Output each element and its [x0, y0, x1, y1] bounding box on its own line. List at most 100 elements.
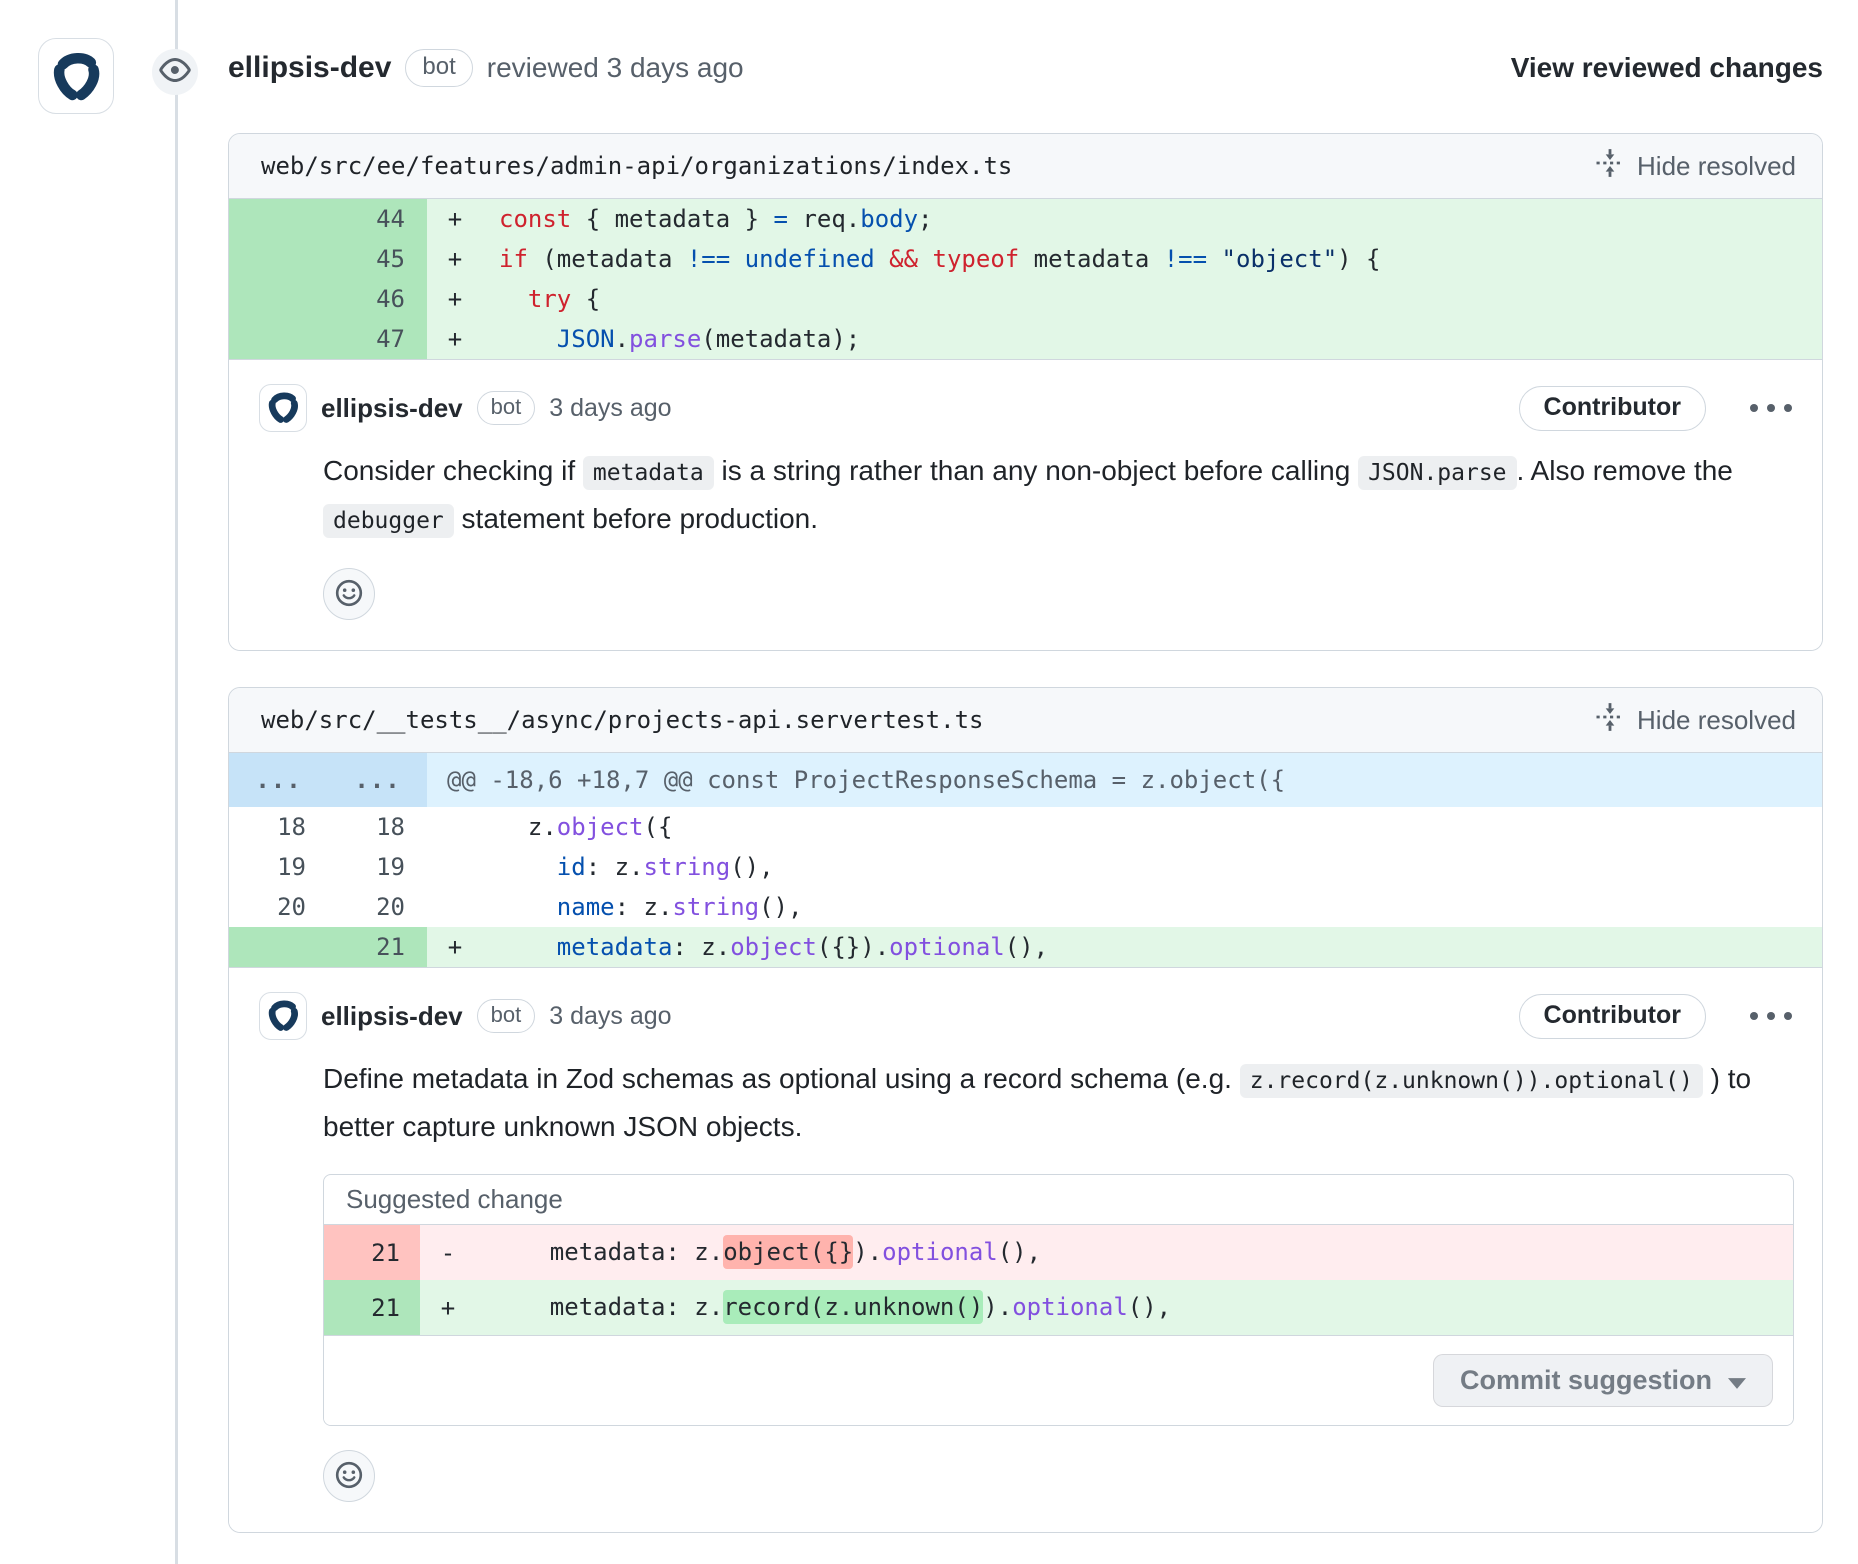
diff-row: 45 + if (metadata !== undefined && typeo… — [229, 239, 1822, 279]
new-line-number[interactable]: 46 — [328, 285, 427, 313]
fold-icon — [1595, 702, 1625, 739]
review-comment: ellipsis-dev bot 3 days ago Contributor … — [229, 968, 1822, 1532]
new-line-number[interactable]: 44 — [328, 205, 427, 233]
line-number: 21 — [324, 1239, 420, 1267]
diff-code: z.object({ — [483, 807, 672, 847]
fold-icon — [1595, 148, 1625, 185]
suggested-change-block: Suggested change 21 - metadata: z.object… — [323, 1174, 1794, 1426]
smiley-icon — [334, 578, 364, 611]
comment-menu-button[interactable] — [1748, 398, 1794, 418]
file-header: web/src/ee/features/admin-api/organizati… — [229, 134, 1822, 199]
line-number: 21 — [324, 1294, 420, 1322]
file-path-link[interactable]: web/src/__tests__/async/projects-api.ser… — [261, 706, 983, 734]
contributor-badge: Contributor — [1519, 386, 1706, 431]
diff-block: 44 + const { metadata } = req.body; 45 +… — [229, 199, 1822, 360]
add-reaction-button[interactable] — [323, 568, 375, 620]
smiley-icon — [334, 1460, 364, 1493]
diff-code: try { — [483, 279, 600, 319]
timeline-line — [175, 0, 178, 1564]
diff-code: if (metadata !== undefined && typeof met… — [483, 239, 1381, 279]
hide-resolved-button[interactable]: Hide resolved — [1595, 702, 1796, 739]
old-line-number[interactable]: 19 — [229, 853, 328, 881]
file-path-link[interactable]: web/src/ee/features/admin-api/organizati… — [261, 152, 1012, 180]
kebab-icon — [1750, 404, 1758, 412]
comment-author[interactable]: ellipsis-dev — [321, 1001, 463, 1032]
comment-author[interactable]: ellipsis-dev — [321, 393, 463, 424]
hide-resolved-label: Hide resolved — [1637, 151, 1796, 182]
ellipsis-logo-icon — [265, 996, 301, 1037]
new-line-number[interactable]: 19 — [328, 853, 427, 881]
suggestion-footer: Commit suggestion — [324, 1335, 1793, 1425]
review-header: ellipsis-dev bot reviewed 3 days ago Vie… — [228, 44, 1823, 92]
add-reaction-button[interactable] — [323, 1450, 375, 1502]
review-threads: web/src/ee/features/admin-api/organizati… — [0, 0, 1858, 1533]
review-thread-card: web/src/__tests__/async/projects-api.ser… — [228, 687, 1823, 1533]
new-line-number[interactable]: 47 — [328, 325, 427, 353]
diff-row: 46 + try { — [229, 279, 1822, 319]
comment-menu-button[interactable] — [1748, 1006, 1794, 1026]
suggestion-deletion-row: 21 - metadata: z.object({}).optional(), — [324, 1225, 1793, 1280]
caret-down-icon — [1728, 1365, 1746, 1396]
file-header: web/src/__tests__/async/projects-api.ser… — [229, 688, 1822, 753]
review-comment: ellipsis-dev bot 3 days ago Contributor … — [229, 360, 1822, 650]
diff-row: 47 + JSON.parse(metadata); — [229, 319, 1822, 359]
new-line-number[interactable]: 20 — [328, 893, 427, 921]
view-reviewed-changes-link[interactable]: View reviewed changes — [1511, 52, 1823, 84]
kebab-icon — [1767, 404, 1775, 412]
review-timestamp[interactable]: reviewed 3 days ago — [487, 52, 744, 84]
bot-badge: bot — [405, 49, 472, 88]
bot-badge: bot — [477, 391, 536, 425]
new-line-number[interactable]: 21 — [328, 933, 427, 961]
commit-suggestion-button[interactable]: Commit suggestion — [1433, 1354, 1773, 1407]
hunk-header-row: ...... @@ -18,6 +18,7 @@ const ProjectRe… — [229, 753, 1822, 807]
ellipsis-logo-icon — [265, 388, 301, 429]
comment-avatar[interactable] — [259, 384, 307, 432]
commit-suggestion-label: Commit suggestion — [1460, 1365, 1712, 1396]
diff-code: name: z.string(), — [483, 887, 802, 927]
pr-review-page: ellipsis-dev bot reviewed 3 days ago Vie… — [0, 0, 1858, 1564]
comment-avatar[interactable] — [259, 992, 307, 1040]
suggestion-addition-row: 21 + metadata: z.record(z.unknown()).opt… — [324, 1280, 1793, 1335]
diff-row: 21 + metadata: z.object({}).optional(), — [229, 927, 1822, 967]
old-line-number[interactable]: 20 — [229, 893, 328, 921]
comment-header: ellipsis-dev bot 3 days ago Contributor — [259, 384, 1794, 432]
hunk-dots: ... — [328, 766, 427, 794]
diff-block: ...... @@ -18,6 +18,7 @@ const ProjectRe… — [229, 753, 1822, 968]
comment-timestamp[interactable]: 3 days ago — [549, 394, 671, 423]
old-line-number[interactable]: 18 — [229, 813, 328, 841]
diff-code: metadata: z.object({}).optional(), — [483, 927, 1048, 967]
eye-icon — [159, 54, 191, 91]
hunk-header-text: @@ -18,6 +18,7 @@ const ProjectResponseS… — [427, 766, 1285, 794]
diff-sign: + — [420, 1294, 476, 1322]
review-event-badge — [152, 49, 198, 95]
new-line-number[interactable]: 45 — [328, 245, 427, 273]
reviewer-name[interactable]: ellipsis-dev — [228, 51, 391, 85]
hide-resolved-button[interactable]: Hide resolved — [1595, 148, 1796, 185]
diff-sign: - — [420, 1239, 476, 1267]
diff-sign: + — [427, 325, 483, 353]
kebab-icon — [1750, 1012, 1758, 1020]
new-line-number[interactable]: 18 — [328, 813, 427, 841]
bot-badge: bot — [477, 999, 536, 1033]
comment-body: Define metadata in Zod schemas as option… — [323, 1056, 1794, 1150]
diff-code: id: z.string(), — [483, 847, 774, 887]
comment-header: ellipsis-dev bot 3 days ago Contributor — [259, 992, 1794, 1040]
suggestion-code: metadata: z.record(z.unknown()).optional… — [476, 1280, 1171, 1335]
comment-body: Consider checking if metadata is a strin… — [323, 448, 1794, 544]
diff-row: 1818 z.object({ — [229, 807, 1822, 847]
diff-sign: + — [427, 245, 483, 273]
diff-row: 44 + const { metadata } = req.body; — [229, 199, 1822, 239]
diff-sign: + — [427, 933, 483, 961]
hide-resolved-label: Hide resolved — [1637, 705, 1796, 736]
contributor-badge: Contributor — [1519, 994, 1706, 1039]
suggested-change-title: Suggested change — [324, 1175, 1793, 1225]
comment-timestamp[interactable]: 3 days ago — [549, 1002, 671, 1031]
suggestion-code: metadata: z.object({}).optional(), — [476, 1225, 1041, 1280]
kebab-icon — [1784, 1012, 1792, 1020]
kebab-icon — [1767, 1012, 1775, 1020]
diff-code: JSON.parse(metadata); — [483, 319, 860, 359]
reviewer-avatar[interactable] — [38, 38, 114, 114]
hunk-dots: ... — [229, 766, 328, 794]
ellipsis-logo-icon — [48, 46, 104, 107]
diff-row: 2020 name: z.string(), — [229, 887, 1822, 927]
